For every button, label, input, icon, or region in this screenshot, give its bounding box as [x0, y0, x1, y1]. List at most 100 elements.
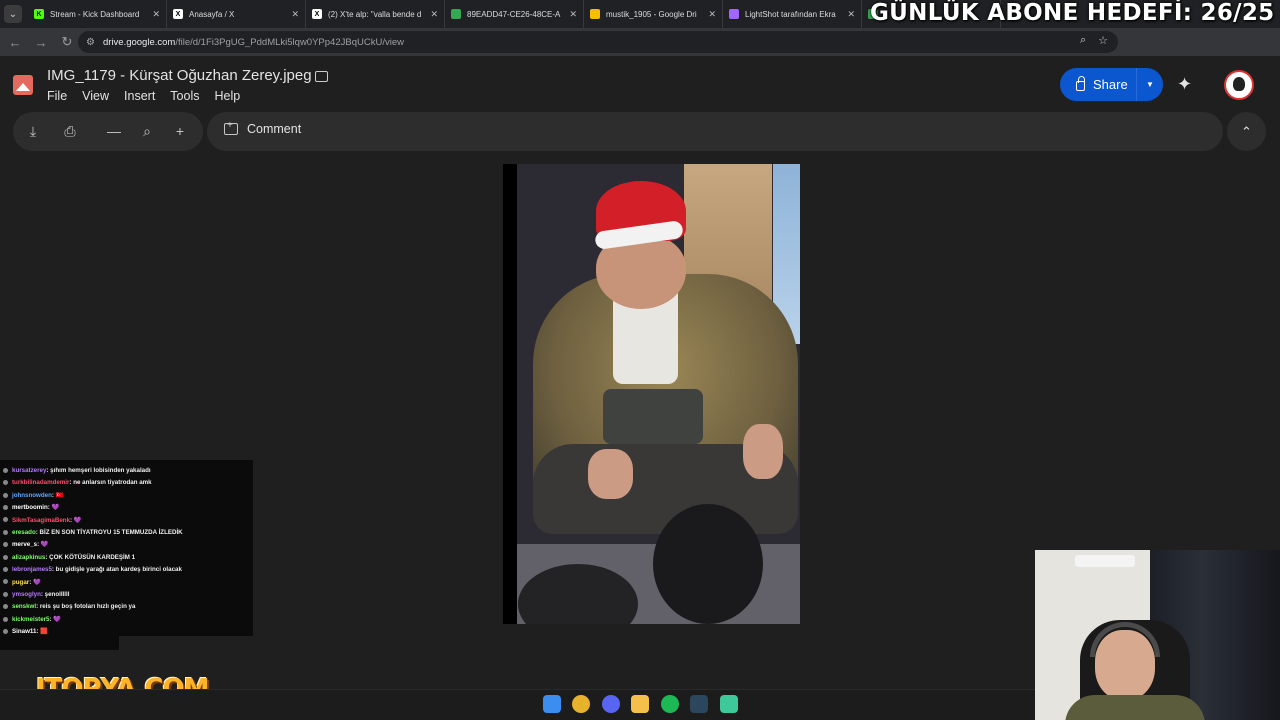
image-preview[interactable] [503, 164, 800, 624]
chat-username[interactable]: SikmTasagimaBenk [12, 517, 70, 524]
chat-username[interactable]: turkbilinadamdemir [12, 479, 69, 486]
browser-tab[interactable]: X (2) X'te alp: "valla bende d ✕ [306, 0, 445, 28]
tab-title: Stream - Kick Dashboard [50, 9, 140, 19]
tab-title: Anasayfa / X [189, 9, 235, 19]
stream-chat-overlay: kursatzerey: şıhım hemşeri lobisinden ya… [0, 460, 253, 636]
avatar[interactable] [1224, 70, 1254, 100]
chat-message: eresado: BİZ EN SON TİYATROYU 15 TEMMUZD… [0, 527, 253, 539]
tab-search-button[interactable]: ⌄ [4, 5, 22, 23]
zoom-icon[interactable]: ⌕ [138, 122, 156, 140]
close-tab-icon[interactable]: ✕ [569, 9, 577, 20]
share-dropdown-icon[interactable]: ▼ [1137, 80, 1163, 89]
chat-username[interactable]: pugar [12, 579, 29, 586]
menu-item-view[interactable]: View [82, 89, 109, 103]
back-icon[interactable]: ← [4, 31, 26, 53]
site-info-icon[interactable]: ⚙ [86, 37, 95, 48]
chat-message: lebronjames5: bu gidişle yarağı atan kar… [0, 564, 253, 576]
user-badge-icon [3, 542, 8, 548]
lightshot-icon [729, 9, 739, 19]
chat-message: senskwl: reis şu boş fotoları hızlı geçi… [0, 601, 253, 613]
discord-icon[interactable] [602, 695, 620, 713]
browser-tab[interactable]: X Anasayfa / X ✕ [167, 0, 306, 28]
lock-icon [1076, 76, 1085, 91]
browser-tab[interactable]: mustik_1905 - Google Dri ✕ [584, 0, 723, 28]
move-folder-icon[interactable] [315, 71, 328, 82]
chat-text: : 🟥 [36, 628, 48, 636]
chat-text: : 💜 [47, 504, 60, 512]
share-label: Share [1093, 77, 1128, 92]
url-text: drive.google.com/file/d/1Fi3PgUG_PddMLki… [102, 36, 404, 48]
chat-username[interactable]: kursatzerey [12, 467, 46, 474]
chat-message: johnsnowden: 🇹🇷 [0, 490, 253, 502]
webcam-overlay [1035, 550, 1280, 720]
chat-message: turkbilinadamdemir: ne anlarsın tiyatrod… [0, 477, 253, 489]
chat-username[interactable]: johnsnowden [12, 492, 52, 499]
menu-item-tools[interactable]: Tools [170, 89, 199, 103]
chat-text: : reis şu boş fotoları hızlı geçin ya [36, 603, 136, 611]
chat-message: kursatzerey: şıhım hemşeri lobisinden ya… [0, 465, 253, 477]
chat-text: : 🇹🇷 [51, 491, 64, 499]
chat-username[interactable]: ymsoglyn [12, 591, 41, 598]
file-explorer-icon[interactable] [631, 695, 649, 713]
browser-tab[interactable]: 89EADD47-CE26-48CE-A ✕ [445, 0, 584, 28]
spotify-icon[interactable] [661, 695, 679, 713]
user-badge-icon [3, 604, 8, 610]
chat-text: : şenollllll [40, 590, 70, 598]
menu-item-help[interactable]: Help [214, 89, 240, 103]
share-button[interactable]: Share ▼ [1060, 68, 1163, 101]
bookmark-star-icon[interactable]: ☆ [1098, 34, 1108, 47]
chat-text: : 💜 [37, 541, 49, 549]
browser-tab[interactable]: K Stream - Kick Dashboard ✕ [28, 0, 167, 28]
browser-tab[interactable]: LightShot tarafından Ekra ✕ [723, 0, 862, 28]
chat-username[interactable]: senskwl [12, 603, 36, 610]
tab-title: mustik_1905 - Google Dri [606, 9, 697, 19]
tab-title: 89EADD47-CE26-48CE-A [467, 9, 561, 19]
zoom-in-icon[interactable]: + [171, 122, 189, 140]
chat-username[interactable]: mertboomin [12, 504, 48, 511]
zoom-out-icon[interactable]: — [105, 122, 123, 140]
menu-item-file[interactable]: File [47, 89, 67, 103]
close-tab-icon[interactable]: ✕ [291, 9, 299, 20]
chat-message: merve_s: 💜 [0, 539, 253, 551]
tab-title: LightShot tarafından Ekra [745, 9, 836, 19]
user-badge-icon [3, 517, 8, 523]
chat-text: : 💜 [49, 615, 61, 623]
close-tab-icon[interactable]: ✕ [430, 9, 438, 20]
close-tab-icon[interactable]: ✕ [847, 9, 855, 20]
windows-start-icon[interactable] [543, 695, 561, 713]
chrome-icon[interactable] [572, 695, 590, 713]
forward-icon[interactable]: → [30, 31, 52, 53]
chat-username[interactable]: kickmeister5 [12, 616, 50, 623]
subscriber-goal-overlay: GÜNLÜK ABONE HEDEFİ: 26/25 [870, 0, 1275, 26]
address-bar[interactable]: ⚙ drive.google.com/file/d/1Fi3PgUG_PddML… [78, 31, 1118, 53]
print-icon[interactable]: ⎙ [61, 122, 79, 140]
add-comment-icon [224, 120, 238, 135]
x-icon: X [173, 9, 183, 19]
chat-message: ymsoglyn: şenollllll [0, 589, 253, 601]
chat-username[interactable]: merve_s [12, 541, 37, 548]
gemini-sparkle-icon[interactable]: ✦ [1177, 74, 1192, 95]
app-icon[interactable] [720, 695, 738, 713]
drive-icon [451, 9, 461, 19]
steam-icon[interactable] [690, 695, 708, 713]
comment-label: Comment [247, 122, 302, 136]
reload-icon[interactable]: ↻ [56, 31, 78, 53]
chat-text: : ne anlarsın tiyatrodan amk [69, 479, 152, 487]
chat-input-strip [0, 636, 119, 650]
file-title[interactable]: IMG_1179 - Kürşat Oğuzhan Zerey.jpeg [47, 67, 312, 84]
chat-username[interactable]: alizapkinus [12, 554, 45, 561]
chat-message: Sinaw11: 🟥 [0, 626, 253, 636]
chat-text: : ÇOK KÖTÜSÜN KARDEŞİM 1 [45, 553, 136, 561]
close-tab-icon[interactable]: ✕ [708, 9, 716, 20]
chat-username[interactable]: eresado [12, 529, 36, 536]
chat-username[interactable]: lebronjames5 [12, 566, 52, 573]
viewer-toolbar-right [207, 112, 1223, 151]
collapse-toolbar-button[interactable]: ⌃ [1227, 112, 1266, 151]
comment-button[interactable]: Comment [224, 120, 302, 136]
user-badge-icon [3, 616, 8, 622]
chat-username[interactable]: Sinaw11 [12, 628, 36, 635]
menu-item-insert[interactable]: Insert [124, 89, 155, 103]
zoom-icon[interactable]: ⌕ [1080, 34, 1086, 47]
download-icon[interactable]: ⤓ [24, 122, 42, 140]
close-tab-icon[interactable]: ✕ [152, 9, 160, 20]
